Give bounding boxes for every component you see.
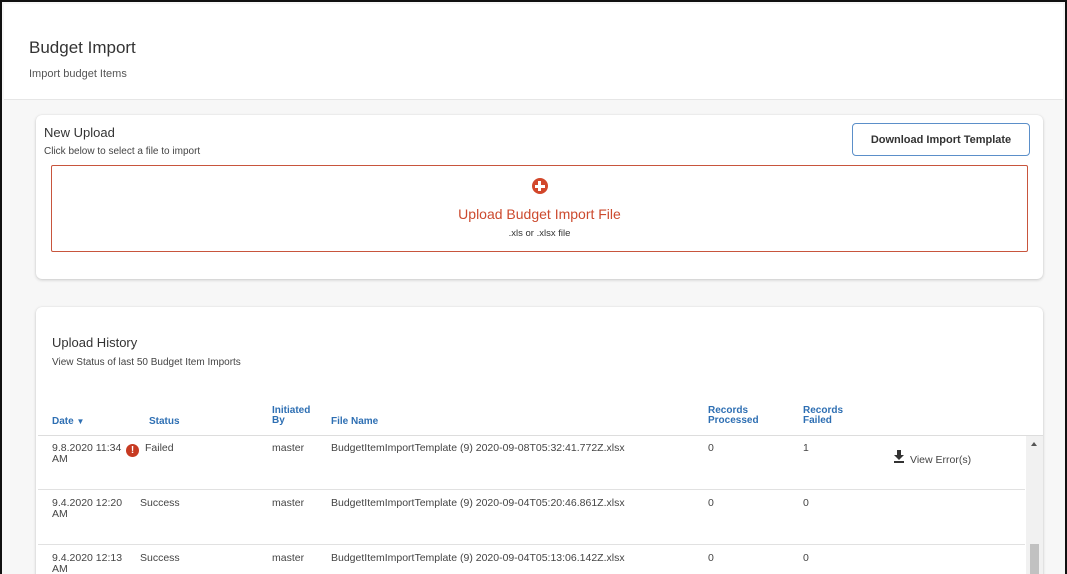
download-icon xyxy=(893,450,905,463)
status-text: Failed xyxy=(145,442,174,454)
cell-date-line2: AM xyxy=(52,563,68,574)
column-header-file-name[interactable]: File Name xyxy=(331,417,378,427)
new-upload-subtitle: Click below to select a file to import xyxy=(44,146,201,157)
column-header-processed-line2: Processed xyxy=(708,415,759,426)
page-title: Budget Import xyxy=(29,38,136,57)
dropzone-title: Upload Budget Import File xyxy=(458,206,621,222)
cell-initiated-by: master xyxy=(272,552,305,564)
column-header-records-processed[interactable]: Records Processed xyxy=(708,406,759,426)
download-template-button[interactable]: Download Import Template xyxy=(852,123,1030,156)
column-header-date[interactable]: Date ▼ xyxy=(52,417,84,427)
column-header-records-failed[interactable]: Records Failed xyxy=(803,406,843,426)
cell-date: 9.8.2020 11:34 AM xyxy=(52,443,132,465)
cell-initiated-by: master xyxy=(272,497,305,509)
cell-records-processed: 0 xyxy=(708,442,714,454)
cell-status: Success xyxy=(140,552,180,564)
cell-file-name: BudgetItemImportTemplate (9) 2020-09-04T… xyxy=(331,552,625,564)
column-header-failed-line2: Failed xyxy=(803,415,832,426)
cell-date-line2: AM xyxy=(52,508,68,520)
dropzone-subtitle: .xls or .xlsx file xyxy=(508,228,571,239)
view-errors-button[interactable]: View Error(s) xyxy=(893,450,971,466)
new-upload-card: New Upload Click below to select a file … xyxy=(36,115,1043,279)
upload-history-title: Upload History xyxy=(52,335,138,350)
column-header-initiated-by[interactable]: Initiated By xyxy=(272,406,310,426)
exclamation-circle-icon: ! xyxy=(126,444,139,457)
table-scrollbar[interactable] xyxy=(1026,436,1043,574)
table-row: 9.4.2020 12:13 AM Success master BudgetI… xyxy=(38,546,1025,574)
cell-records-failed: 0 xyxy=(803,497,809,509)
upload-history-subtitle: View Status of last 50 Budget Item Impor… xyxy=(52,357,241,368)
new-upload-title: New Upload xyxy=(44,125,115,140)
cell-status: Success xyxy=(140,497,180,509)
history-table-body: 9.8.2020 11:34 AM ! Failed master BudgetI… xyxy=(38,436,1043,574)
page-header: Budget Import Import budget Items xyxy=(4,4,1063,100)
cell-records-failed: 0 xyxy=(803,552,809,564)
plus-circle-icon xyxy=(531,178,548,194)
cell-records-failed: 1 xyxy=(803,442,809,454)
upload-dropzone[interactable]: Upload Budget Import File .xls or .xlsx … xyxy=(51,165,1028,252)
column-header-status[interactable]: Status xyxy=(149,417,180,427)
page-subtitle: Import budget Items xyxy=(29,68,127,80)
cell-file-name: BudgetItemImportTemplate (9) 2020-09-08T… xyxy=(331,442,625,454)
upload-history-card: Upload History View Status of last 50 Bu… xyxy=(36,307,1043,574)
table-row: 9.4.2020 12:20 AM Success master BudgetI… xyxy=(38,491,1025,545)
view-errors-label: View Error(s) xyxy=(910,454,972,466)
cell-date: 9.4.2020 12:20 AM xyxy=(52,498,132,520)
table-row: 9.8.2020 11:34 AM ! Failed master BudgetI… xyxy=(38,436,1025,490)
column-header-initiated-line2: By xyxy=(272,415,285,426)
cell-status: ! Failed xyxy=(126,442,232,457)
column-header-date-label: Date xyxy=(52,416,74,427)
app-frame: Budget Import Import budget Items New Up… xyxy=(0,0,1067,574)
cell-records-processed: 0 xyxy=(708,497,714,509)
cell-file-name: BudgetItemImportTemplate (9) 2020-09-04T… xyxy=(331,497,625,509)
scroll-up-icon[interactable] xyxy=(1031,442,1037,446)
cell-date-line2: AM xyxy=(52,453,68,465)
cell-initiated-by: master xyxy=(272,442,305,454)
cell-date: 9.4.2020 12:13 AM xyxy=(52,553,132,574)
scrollbar-thumb[interactable] xyxy=(1030,544,1039,574)
cell-records-processed: 0 xyxy=(708,552,714,564)
caret-down-icon: ▼ xyxy=(76,417,85,426)
